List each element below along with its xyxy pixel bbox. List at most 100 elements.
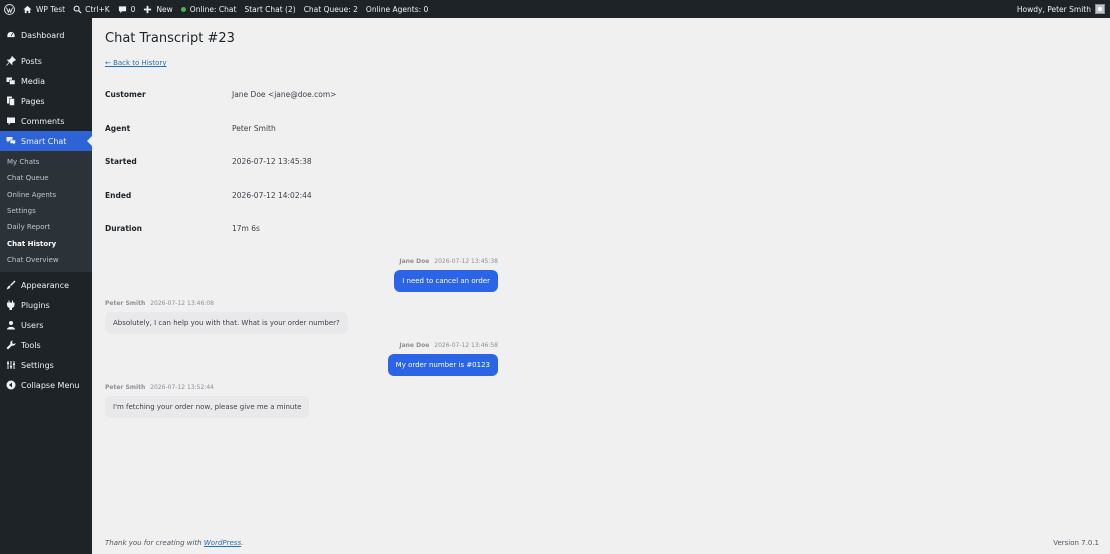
sidebar-item-comments[interactable]: Comments — [0, 111, 92, 131]
detail-row-duration: Duration 17m 6s — [105, 222, 260, 234]
sidebar-item-label: Smart Chat — [21, 136, 67, 146]
sidebar-item-label: Settings — [21, 360, 54, 370]
sidebar-item-posts[interactable]: Posts — [0, 51, 92, 71]
detail-value: Peter Smith — [232, 123, 276, 133]
sidebar-item-appearance[interactable]: Appearance — [0, 275, 92, 295]
online-agents-label: Online Agents: 0 — [365, 4, 429, 14]
message-time: 2026-07-12 13:46:58 — [434, 342, 498, 349]
pin-icon — [6, 56, 16, 66]
message-bubble-customer: My order number is #0123 — [387, 354, 498, 376]
sidebar-item-dashboard[interactable]: Dashboard — [0, 25, 92, 45]
message-sender: Peter Smith — [105, 384, 146, 391]
avatar — [1095, 4, 1105, 14]
comment-icon — [118, 5, 126, 13]
back-to-history-link[interactable]: ← Back to History — [105, 59, 166, 67]
online-status-dot — [180, 6, 186, 12]
sidebar-item-users[interactable]: Users — [0, 315, 92, 335]
wordpress-link[interactable]: WordPress — [204, 539, 241, 547]
sidebar-item-label: Plugins — [21, 300, 50, 310]
users-icon — [6, 320, 16, 330]
detail-key: Ended — [105, 190, 132, 200]
message-meta: Peter Smith 2026-07-12 13:46:08 — [105, 300, 214, 307]
detail-key: Started — [105, 156, 137, 166]
wordpress-logo-icon[interactable] — [0, 0, 19, 18]
detail-row-ended: Ended 2026-07-12 14:02:44 — [105, 189, 312, 201]
account-menu[interactable]: Howdy, Peter Smith — [1017, 4, 1110, 14]
submenu-item-chat-history[interactable]: Chat History — [0, 235, 92, 251]
comments-link[interactable]: 0 — [114, 0, 140, 18]
sidebar-item-tools[interactable]: Tools — [0, 335, 92, 355]
sidebar-item-smart-chat[interactable]: Smart Chat — [0, 131, 92, 151]
footer-thanks: Thank you for creating with WordPress. — [105, 539, 243, 547]
message-meta: Jane Doe 2026-07-12 13:46:58 — [399, 342, 498, 349]
chat-icon — [6, 136, 16, 146]
message-bubble-agent: I'm fetching your order now, please give… — [105, 396, 310, 418]
detail-value: 2026-07-12 14:02:44 — [232, 190, 312, 200]
detail-key: Customer — [105, 89, 146, 99]
smart-chat-submenu: My Chats Chat Queue Online Agents Settin… — [0, 151, 92, 273]
comment-icon — [6, 116, 16, 126]
footer-version: Version 7.0.1 — [1053, 539, 1099, 547]
command-palette-button[interactable]: Ctrl+K — [69, 0, 114, 18]
message-sender: Jane Doe — [399, 342, 430, 349]
chat-queue-link[interactable]: Chat Queue: 2 — [300, 0, 362, 18]
chat-queue-label: Chat Queue: 2 — [303, 4, 358, 14]
sidebar-item-label: Pages — [21, 96, 45, 106]
message-meta: Peter Smith 2026-07-12 13:52:44 — [105, 384, 214, 391]
sidebar-item-media[interactable]: Media — [0, 71, 92, 91]
footer-thanks-text: Thank you for creating with — [105, 539, 204, 547]
sidebar-item-label: Posts — [21, 56, 42, 66]
brush-icon — [6, 280, 16, 290]
collapse-icon — [6, 380, 16, 390]
new-content-button[interactable]: New — [139, 0, 176, 18]
message-bubble-customer: I need to cancel an order — [394, 270, 498, 292]
message-time: 2026-07-12 13:45:38 — [434, 258, 498, 265]
detail-value: Jane Doe <jane@doe.com> — [232, 89, 337, 99]
submenu-item-my-chats[interactable]: My Chats — [0, 154, 92, 170]
media-icon — [6, 76, 16, 86]
detail-key: Agent — [105, 123, 131, 133]
message-bubble-agent: Absolutely, I can help you with that. Wh… — [105, 312, 348, 334]
submenu-item-online-agents[interactable]: Online Agents — [0, 187, 92, 203]
online-agents-link[interactable]: Online Agents: 0 — [362, 0, 432, 18]
site-name-link[interactable]: WP Test — [19, 0, 69, 18]
start-chat-label: Start Chat (2) — [244, 4, 296, 14]
detail-row-agent: Agent Peter Smith — [105, 122, 276, 134]
message-meta: Jane Doe 2026-07-12 13:45:38 — [399, 258, 498, 265]
sidebar-item-label: Dashboard — [21, 30, 65, 40]
detail-row-started: Started 2026-07-12 13:45:38 — [105, 155, 312, 167]
search-shortcut: Ctrl+K — [85, 4, 110, 14]
site-name: WP Test — [36, 4, 66, 14]
message-sender: Peter Smith — [105, 300, 146, 307]
sidebar-item-label: Comments — [21, 116, 65, 126]
home-icon — [23, 5, 32, 13]
submenu-item-chat-overview[interactable]: Chat Overview — [0, 252, 92, 268]
detail-row-customer: Customer Jane Doe <jane@doe.com> — [105, 88, 336, 100]
dashboard-icon — [6, 30, 16, 40]
sidebar-item-label: Appearance — [21, 280, 70, 290]
message-time: 2026-07-12 13:52:44 — [150, 384, 214, 391]
new-label: New — [156, 4, 173, 14]
collapse-menu-button[interactable]: Collapse Menu — [0, 375, 92, 395]
main-content: Chat Transcript #23 ← Back to History Cu… — [92, 18, 1110, 554]
sidebar-item-label: Media — [21, 76, 46, 86]
message-time: 2026-07-12 13:46:08 — [150, 300, 214, 307]
submenu-item-chat-queue[interactable]: Chat Queue — [0, 170, 92, 186]
start-chat-link[interactable]: Start Chat (2) — [240, 0, 299, 18]
detail-key: Duration — [105, 223, 142, 233]
page-title: Chat Transcript #23 — [105, 31, 235, 46]
sidebar-item-label: Tools — [21, 340, 41, 350]
sidebar-item-label: Users — [21, 320, 44, 330]
admin-bar: WP Test Ctrl+K 0 New Online: Chat Start … — [0, 0, 1110, 18]
online-status-toggle[interactable]: Online: Chat — [177, 0, 241, 18]
sidebar-item-plugins[interactable]: Plugins — [0, 295, 92, 315]
detail-value: 17m 6s — [232, 223, 260, 233]
wrench-icon — [6, 340, 16, 350]
submenu-item-daily-report[interactable]: Daily Report — [0, 219, 92, 235]
online-status-label: Online: Chat — [189, 4, 237, 14]
sidebar-item-settings[interactable]: Settings — [0, 355, 92, 375]
pages-icon — [6, 96, 16, 106]
submenu-item-settings[interactable]: Settings — [0, 203, 92, 219]
sidebar-item-pages[interactable]: Pages — [0, 91, 92, 111]
plus-icon — [144, 5, 152, 13]
